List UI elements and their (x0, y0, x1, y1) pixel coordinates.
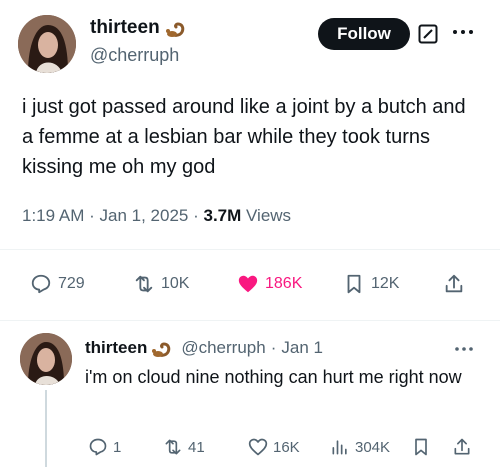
views-count: 304K (355, 438, 391, 456)
bookmark-count: 12K (371, 275, 400, 292)
repost-count: 10K (161, 275, 190, 292)
share-icon (454, 438, 470, 455)
repost-button[interactable]: 10K (133, 273, 189, 295)
display-name[interactable]: thirteen (90, 17, 160, 39)
reply-count: 1 (113, 438, 122, 456)
follow-button[interactable]: Follow (318, 18, 410, 50)
reply-handle[interactable]: @cherruph (181, 338, 265, 358)
author-handle[interactable]: @cherruph (90, 45, 179, 66)
avatar[interactable] (20, 333, 72, 385)
bookmark-button[interactable]: 12K (343, 273, 399, 295)
author-name-row: thirteen (90, 17, 190, 39)
views-label: Views (246, 206, 292, 225)
like-count: 186K (265, 275, 303, 292)
reply-count: 729 (58, 275, 85, 292)
reply-display-name[interactable]: thirteen (85, 338, 147, 358)
more-icon[interactable] (450, 22, 476, 42)
share-icon (445, 274, 463, 293)
bookmark-button[interactable] (411, 437, 431, 457)
reply-icon (89, 438, 107, 456)
share-button[interactable] (443, 273, 465, 295)
repost-icon (135, 275, 153, 293)
bookmark-icon (347, 274, 361, 294)
tweet-date[interactable]: Jan 1, 2025 (100, 206, 189, 225)
more-icon[interactable] (452, 340, 476, 358)
heart-icon (248, 438, 268, 456)
like-button[interactable]: 186K (237, 273, 302, 295)
reply-button[interactable]: 729 (30, 273, 85, 295)
reply-date[interactable]: Jan 1 (281, 338, 323, 358)
scorpion-emoji-icon (152, 342, 171, 357)
repost-button[interactable]: 41 (163, 437, 205, 457)
reply-text: i'm on cloud nine nothing can hurt me ri… (85, 367, 462, 387)
reply-icon (31, 274, 51, 294)
bookmark-icon (415, 438, 427, 456)
meta-dot: · (89, 206, 100, 225)
like-count: 16K (273, 438, 300, 456)
share-button[interactable] (452, 437, 472, 457)
like-button[interactable]: 16K (248, 437, 300, 457)
thread-line (45, 390, 47, 467)
avatar[interactable] (18, 15, 76, 73)
tweet-meta: 1:19 AM · Jan 1, 2025 · 3.7M Views (22, 206, 291, 226)
divider (0, 320, 500, 321)
repost-icon (165, 439, 181, 455)
heart-icon (238, 275, 258, 293)
meta-dot: · (193, 206, 204, 225)
reply-header: thirteen @cherruph · Jan 1 (85, 338, 323, 358)
views-count: 3.7M (203, 206, 242, 225)
tweet-text: i just got passed around like a joint by… (22, 96, 466, 178)
repost-count: 41 (188, 438, 205, 456)
scorpion-emoji-icon (165, 22, 184, 37)
tweet-time[interactable]: 1:19 AM (22, 206, 84, 225)
meta-dot: · (270, 338, 277, 357)
views-button[interactable]: 304K (330, 437, 390, 457)
grok-icon[interactable] (418, 24, 438, 44)
reply-button[interactable]: 1 (88, 437, 121, 457)
divider (0, 249, 500, 250)
views-icon (332, 440, 347, 455)
